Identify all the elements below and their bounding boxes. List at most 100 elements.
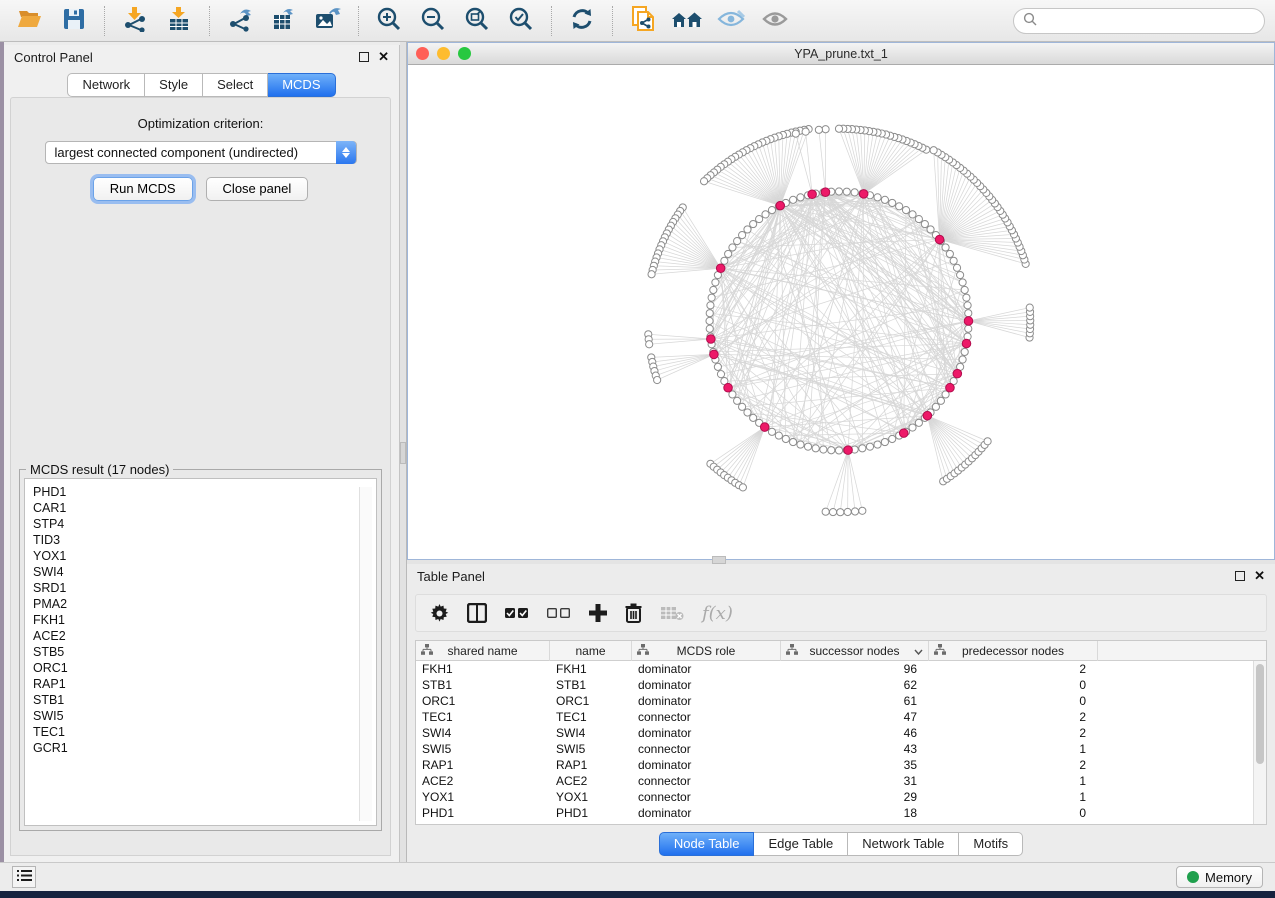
table-cell: FKH1 [550, 661, 632, 677]
list-item[interactable]: FKH1 [33, 612, 376, 628]
list-item[interactable]: TEC1 [33, 724, 376, 740]
run-mcds-button[interactable]: Run MCDS [93, 177, 193, 201]
table-cell: SWI5 [550, 741, 632, 757]
open-session-button[interactable] [10, 4, 50, 38]
table-row[interactable]: ACE2ACE2connector311 [416, 773, 1266, 789]
list-item[interactable]: YOX1 [33, 548, 376, 564]
table-tabs: Node Table Edge Table Network Table Moti… [407, 832, 1275, 856]
gear-icon[interactable] [430, 604, 449, 623]
refresh-button[interactable] [562, 4, 602, 38]
table-cell [1098, 661, 1266, 677]
mcds-result-list[interactable]: PHD1CAR1STP4TID3YOX1SWI4SRD1PMA2FKH1ACE2… [24, 478, 377, 826]
export-image-button[interactable] [308, 4, 348, 38]
tab-network-table[interactable]: Network Table [848, 832, 959, 856]
sort-desc-icon [914, 644, 923, 658]
delete-table-icon [660, 605, 684, 621]
network-graph[interactable] [408, 65, 1274, 559]
table-cell: 2 [929, 709, 1098, 725]
duplicate-network-icon [630, 5, 656, 36]
list-item[interactable]: ORC1 [33, 660, 376, 676]
network-window-titlebar[interactable]: YPA_prune.txt_1 [408, 43, 1274, 65]
column-label: successor nodes [809, 644, 899, 658]
optimization-criterion-select[interactable]: largest connected component (undirected) [45, 141, 357, 164]
tab-select[interactable]: Select [203, 73, 268, 97]
delete-column-icon[interactable] [625, 603, 642, 623]
deselect-all-icon[interactable] [547, 607, 571, 619]
table-row[interactable]: SWI4SWI4dominator462 [416, 725, 1266, 741]
list-item[interactable]: CAR1 [33, 500, 376, 516]
zoom-out-button[interactable] [413, 4, 453, 38]
memory-button[interactable]: Memory [1176, 866, 1263, 888]
import-table-button[interactable] [159, 4, 199, 38]
table-row[interactable]: PHD1PHD1dominator180 [416, 805, 1266, 821]
zoom-in-button[interactable] [369, 4, 409, 38]
table-cell: dominator [632, 757, 781, 773]
table-row[interactable]: STB1STB1dominator620 [416, 677, 1266, 693]
tab-network[interactable]: Network [67, 73, 145, 97]
close-icon[interactable]: ✕ [378, 52, 389, 62]
tab-edge-table[interactable]: Edge Table [754, 832, 848, 856]
splitter-grip[interactable] [712, 556, 726, 564]
table-row[interactable]: RAP1RAP1dominator352 [416, 757, 1266, 773]
column-header-mcds-role[interactable]: MCDS role [632, 641, 781, 661]
list-item[interactable]: STB5 [33, 644, 376, 660]
column-header-shared-name[interactable]: shared name [416, 641, 550, 661]
add-column-icon[interactable] [589, 604, 607, 622]
scrollbar-thumb[interactable] [1256, 664, 1264, 764]
zoom-selected-button[interactable] [501, 4, 541, 38]
import-network-button[interactable] [115, 4, 155, 38]
vertical-splitter[interactable] [400, 42, 407, 862]
search-box[interactable] [1013, 8, 1265, 34]
search-input[interactable] [1043, 14, 1255, 28]
mcds-panel: Optimization criterion: largest connecte… [10, 97, 391, 856]
list-item[interactable]: RAP1 [33, 676, 376, 692]
import-network-icon [122, 6, 148, 35]
export-network-button[interactable] [220, 4, 260, 38]
list-item[interactable]: PMA2 [33, 596, 376, 612]
list-item[interactable]: SWI4 [33, 564, 376, 580]
close-icon[interactable]: ✕ [1254, 571, 1265, 581]
tab-node-table[interactable]: Node Table [659, 832, 755, 856]
table-row[interactable]: YOX1YOX1connector291 [416, 789, 1266, 805]
folder-open-icon [17, 7, 43, 34]
table-row[interactable]: TEC1TEC1connector472 [416, 709, 1266, 725]
show-panels-button[interactable] [12, 866, 36, 888]
list-item[interactable]: STB1 [33, 692, 376, 708]
table-cell: 29 [781, 789, 929, 805]
list-item[interactable]: STP4 [33, 516, 376, 532]
table-row[interactable]: SWI5SWI5connector431 [416, 741, 1266, 757]
table-cell [1098, 693, 1266, 709]
select-all-icon[interactable] [505, 607, 529, 619]
hide-selected-button[interactable] [711, 4, 751, 38]
list-item[interactable]: GCR1 [33, 740, 376, 756]
tab-style[interactable]: Style [145, 73, 203, 97]
column-header-successor-nodes[interactable]: successor nodes [781, 641, 929, 661]
duplicate-network-button[interactable] [623, 4, 663, 38]
save-session-button[interactable] [54, 4, 94, 38]
columns-icon[interactable] [467, 603, 487, 623]
list-item[interactable]: PHD1 [33, 484, 376, 500]
list-item[interactable]: SWI5 [33, 708, 376, 724]
close-panel-button[interactable]: Close panel [206, 177, 309, 201]
list-item[interactable]: TID3 [33, 532, 376, 548]
list-item[interactable]: ACE2 [33, 628, 376, 644]
float-icon[interactable] [359, 52, 369, 62]
export-table-button[interactable] [264, 4, 304, 38]
float-icon[interactable] [1235, 571, 1245, 581]
list-scrollbar[interactable] [359, 487, 372, 821]
zoom-fit-button[interactable] [457, 4, 497, 38]
list-item[interactable]: SRD1 [33, 580, 376, 596]
table-row[interactable]: ORC1ORC1dominator610 [416, 693, 1266, 709]
table-cell: PHD1 [550, 805, 632, 821]
show-all-button[interactable] [755, 4, 795, 38]
column-header-name[interactable]: name [550, 641, 632, 661]
tab-mcds[interactable]: MCDS [268, 73, 335, 97]
table-cell [1098, 709, 1266, 725]
splitter-grip[interactable] [400, 442, 406, 464]
table-row[interactable]: FKH1FKH1dominator962 [416, 661, 1266, 677]
tab-motifs[interactable]: Motifs [959, 832, 1023, 856]
network-canvas[interactable] [408, 65, 1274, 559]
first-neighbors-button[interactable] [667, 4, 707, 38]
column-header-predecessor-nodes[interactable]: predecessor nodes [929, 641, 1098, 661]
table-scrollbar[interactable] [1253, 661, 1266, 824]
